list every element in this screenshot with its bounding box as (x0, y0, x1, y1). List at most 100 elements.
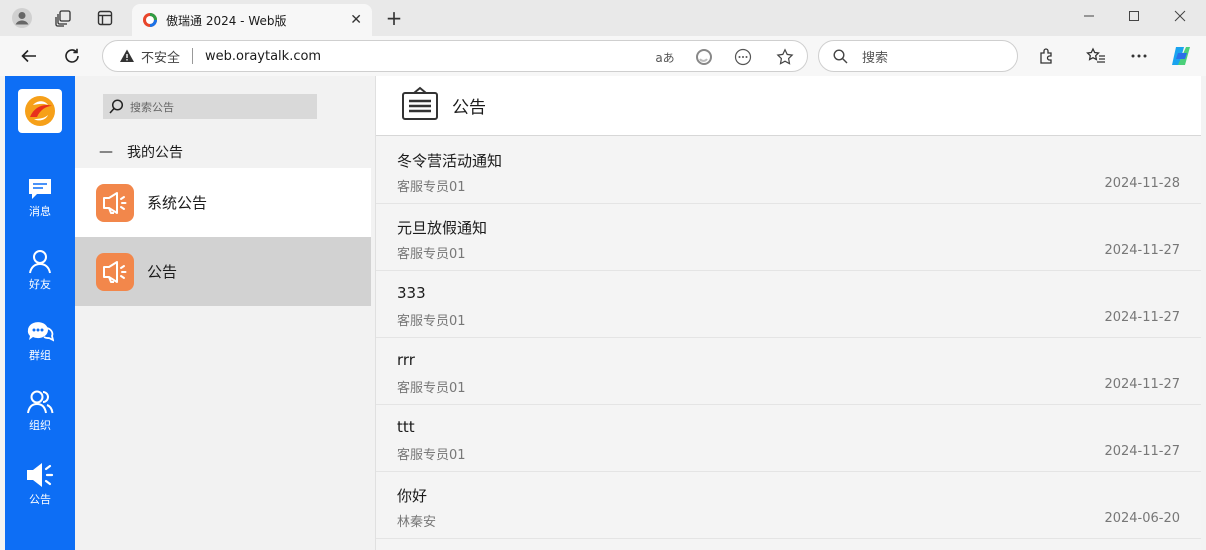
notice-author: 客服专员01 (397, 448, 466, 463)
notice-date: 2024-11-27 (1104, 444, 1180, 459)
rail-label: 消息 (29, 205, 51, 218)
rail-item-announcements[interactable]: 公告 (5, 461, 75, 521)
edge-sidebar-icon[interactable] (694, 47, 714, 67)
notice-author: 客服专员01 (397, 180, 466, 195)
rail-label: 组织 (29, 419, 51, 432)
notice-title: 333 (397, 284, 426, 302)
notice-row[interactable]: 元旦放假通知 客服专员01 2024-11-27 (376, 204, 1201, 271)
notice-author: 客服专员01 (397, 247, 466, 262)
web-search-field[interactable]: 搜索 (818, 40, 1018, 72)
announcement-search-input[interactable]: 搜索公告 (103, 94, 317, 119)
window-close-icon (1174, 10, 1186, 22)
address-field[interactable]: 不安全 web.oraytalk.com aあ (102, 40, 808, 72)
group-header-my-announcements[interactable]: — 我的公告 (99, 142, 183, 162)
minimize-icon (1084, 15, 1094, 17)
announcement-avatar (96, 183, 134, 222)
profile-icon (12, 8, 32, 28)
notice-author: 客服专员01 (397, 314, 466, 329)
active-tab[interactable]: 傲瑞通 2024 - Web版 ✕ (132, 4, 372, 36)
notice-date: 2024-11-27 (1104, 243, 1180, 258)
maximize-button[interactable] (1122, 6, 1146, 26)
favorites-button[interactable] (1084, 44, 1108, 68)
back-arrow-icon (21, 49, 36, 63)
announcement-search-placeholder: 搜索公告 (130, 100, 174, 114)
notice-row[interactable]: ttt 客服专员01 2024-11-27 (376, 405, 1201, 472)
rail-label: 群组 (29, 349, 51, 362)
notice-row[interactable]: 333 客服专员01 2024-11-27 (376, 271, 1201, 338)
browser-tab-bar: 傲瑞通 2024 - Web版 ✕ + (0, 0, 1206, 36)
rail-item-groups[interactable]: 群组 (5, 319, 75, 379)
notice-row[interactable]: 你好 林秦安 2024-06-20 (376, 472, 1201, 539)
workspaces-button[interactable] (49, 6, 77, 30)
address-separator (192, 48, 194, 64)
settings-more-button[interactable] (1127, 44, 1151, 68)
warning-icon (120, 49, 134, 62)
megaphone-icon (27, 463, 54, 487)
content-title: 公告 (452, 98, 486, 118)
search-icon (833, 48, 848, 63)
announcement-avatar (96, 252, 134, 291)
url-text[interactable]: web.oraytalk.com (205, 49, 321, 64)
notice-title: 你好 (397, 487, 428, 505)
notice-title: ttt (397, 418, 415, 436)
notice-title: rrr (397, 351, 415, 369)
group-label: 我的公告 (127, 145, 183, 161)
tab-title: 傲瑞通 2024 - Web版 (166, 13, 287, 28)
minimize-button[interactable] (1077, 6, 1101, 26)
megaphone-icon (103, 191, 127, 214)
favorite-star-icon[interactable] (775, 47, 795, 67)
ellipsis-icon (1131, 54, 1147, 58)
profile-button[interactable] (8, 6, 36, 30)
rail-item-messages[interactable]: 消息 (5, 177, 75, 237)
list-item-label: 系统公告 (147, 194, 208, 212)
copilot-button[interactable] (1169, 44, 1193, 68)
search-icon (109, 99, 124, 114)
notice-row[interactable]: 冬令营活动通知 客服专员01 2024-11-28 (376, 137, 1201, 204)
new-tab-button[interactable]: + (383, 6, 405, 30)
notice-title: 元旦放假通知 (397, 219, 488, 237)
list-item-system-announcement[interactable]: 系统公告 (75, 168, 371, 237)
message-icon (29, 179, 51, 199)
list-item-announcement[interactable]: 公告 (75, 237, 371, 306)
extensions-button[interactable] (1035, 44, 1059, 68)
tab-close-icon[interactable]: ✕ (350, 12, 362, 28)
notice-date: 2024-06-20 (1104, 511, 1180, 526)
rail-label: 好友 (29, 278, 51, 291)
group-chat-icon (27, 322, 54, 342)
refresh-button[interactable] (59, 44, 85, 68)
collapse-dash-icon: — (99, 144, 113, 160)
notice-author: 林秦安 (397, 515, 437, 530)
notice-date: 2024-11-27 (1104, 377, 1180, 392)
browser-address-bar: 不安全 web.oraytalk.com aあ 搜索 (0, 36, 1206, 76)
notice-board-icon (402, 86, 438, 120)
tab-actions-button[interactable] (91, 6, 119, 30)
rail-item-organization[interactable]: 组织 (5, 389, 75, 449)
favorites-list-icon (1086, 47, 1105, 63)
copilot-icon (1172, 47, 1190, 65)
window-close-button[interactable] (1168, 6, 1192, 26)
notice-date: 2024-11-28 (1104, 176, 1180, 191)
content-header: 公告 (376, 76, 1201, 136)
back-button[interactable] (16, 44, 42, 68)
megaphone-icon (103, 260, 127, 283)
app-window: 消息 好友 群组 组织 公告 搜索公告 — 我的公告 系统公告 公告 公告 冬令… (5, 76, 1201, 550)
announcement-list-panel: 搜索公告 — 我的公告 系统公告 公告 (75, 76, 376, 550)
read-aloud-icon[interactable]: aあ (655, 47, 675, 67)
refresh-icon (65, 48, 79, 63)
puzzle-icon (1040, 48, 1052, 64)
notice-author: 客服专员01 (397, 381, 466, 396)
oraytalk-logo-icon (25, 96, 55, 126)
rail-label: 公告 (29, 493, 51, 506)
site-favicon (143, 13, 157, 27)
person-icon (29, 250, 51, 274)
notice-title: 冬令营活动通知 (397, 152, 503, 170)
rail-item-friends[interactable]: 好友 (5, 248, 75, 308)
security-label[interactable]: 不安全 (141, 47, 180, 66)
web-search-placeholder: 搜索 (862, 50, 889, 66)
nav-rail: 消息 好友 群组 组织 公告 (5, 76, 75, 550)
announcement-content: 公告 冬令营活动通知 客服专员01 2024-11-28 元旦放假通知 客服专员… (376, 76, 1201, 550)
notice-row[interactable]: rrr 客服专员01 2024-11-27 (376, 338, 1201, 405)
more-icon[interactable] (733, 47, 753, 67)
list-item-label: 公告 (147, 263, 178, 281)
notice-date: 2024-11-27 (1104, 310, 1180, 325)
